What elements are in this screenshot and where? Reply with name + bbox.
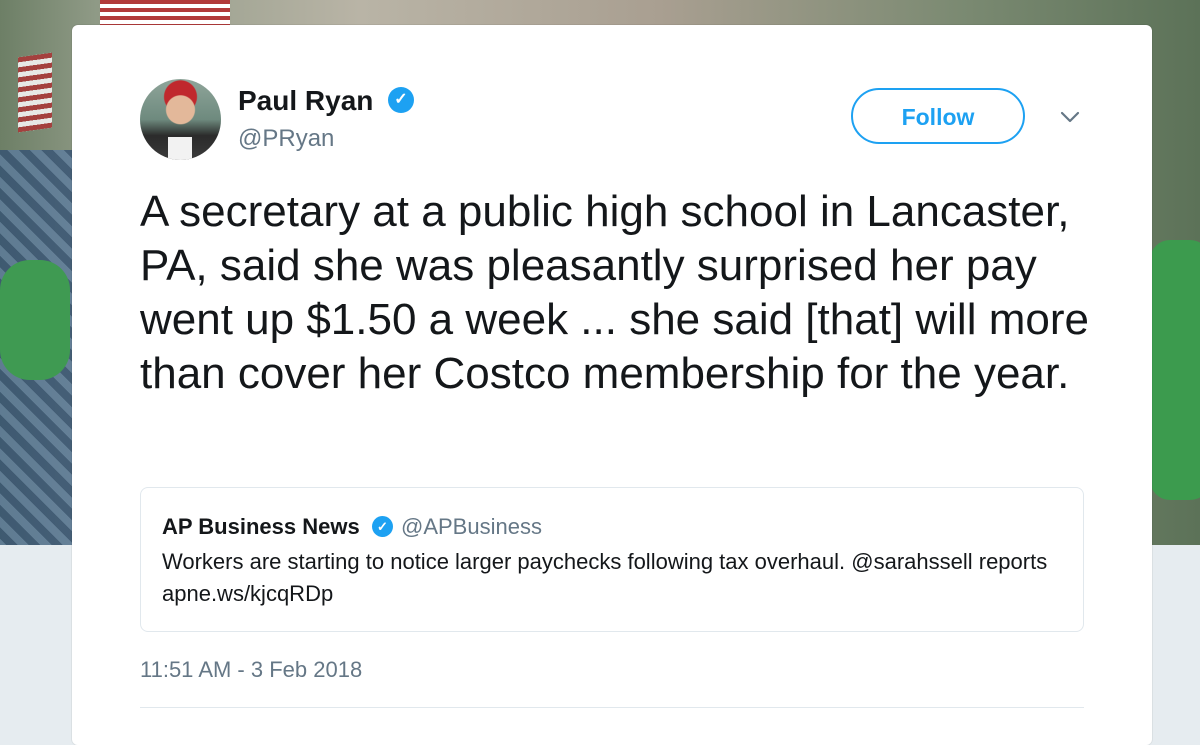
follow-button[interactable]: Follow [851,88,1025,144]
chevron-down-icon[interactable] [1058,105,1082,129]
avatar[interactable] [140,79,221,160]
tweet-timestamp[interactable]: 11:51 AM - 3 Feb 2018 [140,657,362,683]
quoted-author-name: AP Business News [162,514,360,539]
quoted-author-handle: @APBusiness [401,514,542,539]
background-figure [0,260,70,380]
avatar-detail [168,137,192,160]
divider [140,707,1084,708]
tweet-text: A secretary at a public high school in L… [140,187,1089,398]
verified-badge-icon: ✓ [372,516,393,537]
verified-badge-icon: ✓ [388,87,414,113]
tweet-card: Paul Ryan ✓ @PRyan Follow A secretary at… [72,25,1152,745]
quoted-tweet[interactable]: AP Business News ✓ @APBusiness Workers a… [140,487,1084,632]
flag-decoration [100,0,230,26]
author-handle[interactable]: @PRyan [238,125,334,153]
background-figure [1150,240,1200,500]
author-name[interactable]: Paul Ryan [238,85,373,117]
flag-decoration [18,52,52,133]
quoted-tweet-text: Workers are starting to notice larger pa… [162,549,1048,606]
